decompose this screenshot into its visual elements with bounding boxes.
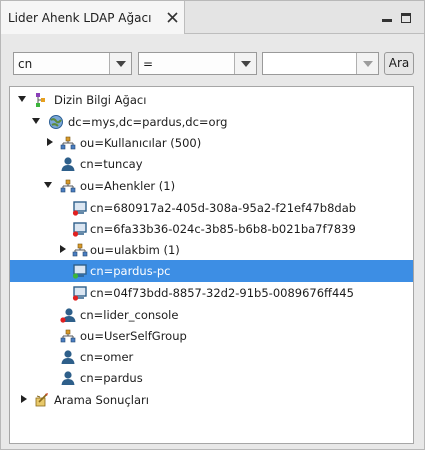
tree-node-org-unit[interactable]: ou=ulakbim (1): [10, 239, 413, 261]
computer-offline-icon: [72, 286, 87, 301]
tree-node-label: cn=680917a2-405d-308a-95a2-f21ef47b8dab: [90, 201, 357, 215]
chevron-down-icon[interactable]: [109, 53, 131, 74]
attribute-combo[interactable]: cn: [13, 52, 132, 75]
tree-node-label: cn=04f73bdd-8857-32d2-91b5-0089676ff445: [90, 286, 354, 300]
tree-node-label: dc=mys,dc=pardus,dc=org: [68, 115, 228, 129]
operator-combo[interactable]: =: [138, 52, 257, 75]
tree-node-computer[interactable]: cn=6fa33b36-024c-3b85-b6b8-b021ba7f7839: [10, 218, 413, 240]
tree-node-label: cn=tuncay: [80, 157, 143, 171]
org-unit-icon: [60, 179, 76, 193]
close-icon[interactable]: [167, 12, 178, 23]
search-button[interactable]: Ara: [384, 52, 414, 75]
search-bar: cn = Ara: [3, 35, 422, 85]
tree-node-org-unit[interactable]: ou=Kullanıcılar (500): [10, 132, 413, 154]
chevron-down-icon[interactable]: [356, 53, 378, 74]
computer-offline-icon: [72, 201, 87, 216]
chevron-down-icon[interactable]: [234, 53, 256, 74]
expand-arrow-icon[interactable]: [18, 96, 26, 102]
tree-node-label: ou=Ahenkler (1): [80, 179, 176, 193]
user-icon: [61, 157, 75, 171]
ldap-tree[interactable]: Dizin Bilgi Ağacı dc=mys,dc=pardus,dc=or…: [9, 86, 414, 444]
tree-node-label: cn=pardus: [80, 371, 143, 385]
computer-offline-icon: [72, 222, 87, 237]
expand-arrow-icon[interactable]: [44, 182, 52, 188]
tree-root-icon: [36, 93, 45, 107]
tree-node-label: cn=6fa33b36-024c-3b85-b6b8-b021ba7f7839: [90, 222, 356, 236]
minimize-icon[interactable]: [382, 13, 392, 23]
user-icon: [61, 350, 75, 364]
tree-node-label: ou=ulakbim (1): [90, 243, 180, 257]
attribute-value: cn: [18, 57, 33, 71]
search-results-icon: [35, 393, 48, 407]
org-unit-icon: [72, 243, 88, 257]
tree-node-label: ou=Kullanıcılar (500): [80, 136, 202, 150]
tree-node-label: cn=lider_console: [80, 308, 179, 322]
expand-arrow-icon[interactable]: [21, 395, 27, 403]
expand-arrow-icon[interactable]: [32, 118, 40, 124]
ldap-tree-view: Lider Ahenk LDAP Ağacı cn = Ara Dizin Bi…: [0, 0, 425, 450]
tree-node-computer[interactable]: cn=04f73bdd-8857-32d2-91b5-0089676ff445: [10, 282, 413, 304]
tree-node-user[interactable]: cn=omer: [10, 346, 413, 368]
search-value-combo[interactable]: [262, 52, 379, 75]
view-tab-bar: Lider Ahenk LDAP Ağacı: [1, 1, 424, 34]
tree-node-label: cn=omer: [80, 350, 134, 364]
tree-node-label: cn=pardus-pc: [90, 264, 171, 278]
tree-node-org-unit[interactable]: ou=UserSelfGroup: [10, 325, 413, 347]
maximize-icon[interactable]: [401, 13, 411, 23]
tree-node-user[interactable]: cn=pardus: [10, 367, 413, 389]
view-title: Lider Ahenk LDAP Ağacı: [8, 11, 152, 25]
view-content: cn = Ara Dizin Bilgi Ağacı dc=mys,dc=par…: [3, 35, 422, 447]
tree-node-computer-selected[interactable]: cn=pardus-pc: [10, 260, 413, 282]
user-icon: [61, 371, 75, 385]
org-unit-icon: [60, 329, 76, 343]
tree-node-label: Dizin Bilgi Ağacı: [54, 93, 147, 107]
view-tab[interactable]: Lider Ahenk LDAP Ağacı: [1, 1, 185, 34]
tree-node-domain[interactable]: dc=mys,dc=pardus,dc=org: [10, 111, 413, 133]
tree-node-user[interactable]: cn=tuncay: [10, 153, 413, 175]
tree-node-org-unit[interactable]: ou=Ahenkler (1): [10, 175, 413, 197]
expand-arrow-icon[interactable]: [60, 245, 66, 253]
user-offline-icon: [60, 308, 76, 323]
computer-online-icon: [72, 264, 87, 279]
expand-arrow-icon[interactable]: [47, 138, 53, 146]
operator-value: =: [143, 57, 154, 71]
globe-icon: [49, 115, 63, 129]
tree-node-label: ou=UserSelfGroup: [80, 329, 187, 343]
tree-node-user[interactable]: cn=lider_console: [10, 304, 413, 326]
tree-node-computer[interactable]: cn=680917a2-405d-308a-95a2-f21ef47b8dab: [10, 197, 413, 219]
tree-node-search-results[interactable]: Arama Sonuçları: [10, 389, 413, 411]
tree-node-label: Arama Sonuçları: [54, 393, 149, 407]
org-unit-icon: [60, 136, 76, 150]
tree-node-root[interactable]: Dizin Bilgi Ağacı: [10, 89, 413, 111]
